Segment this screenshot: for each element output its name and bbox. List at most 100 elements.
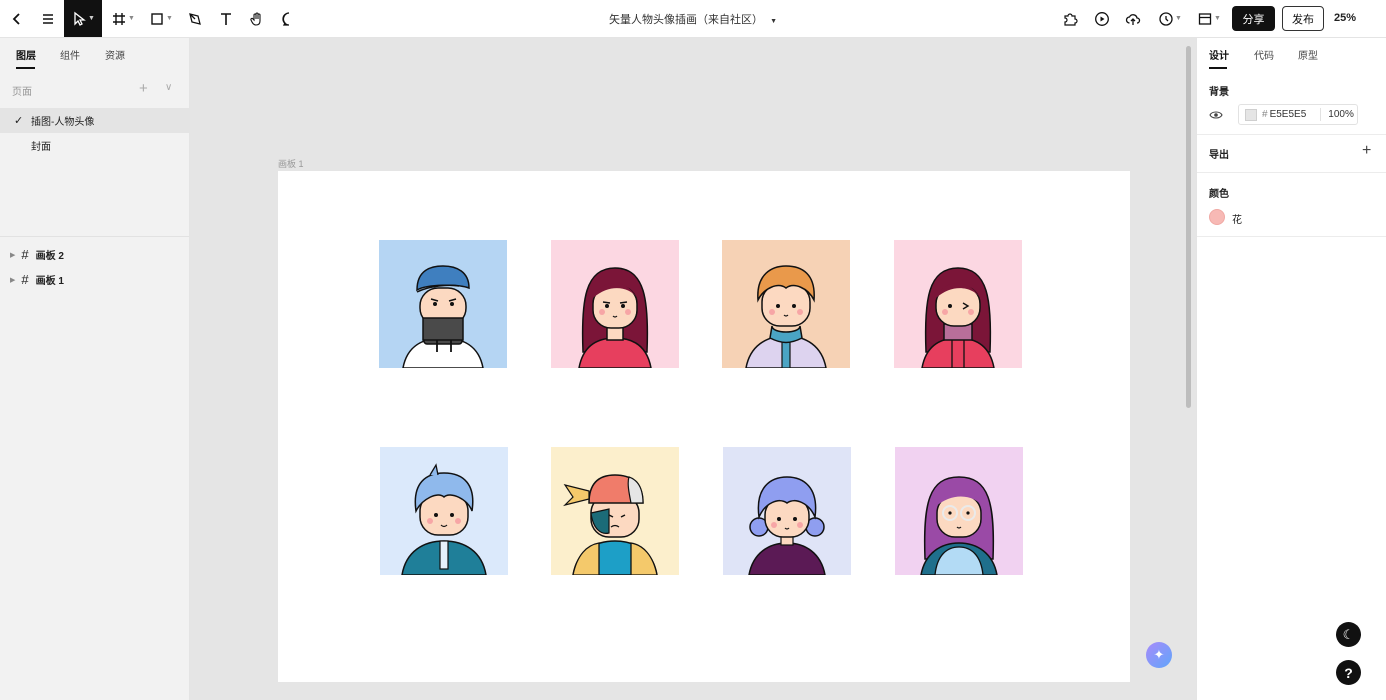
play-icon [1095,11,1109,26]
tab-layers[interactable]: 图层 [16,47,36,62]
menu-button[interactable] [37,0,59,37]
dark-mode-button[interactable]: ☾ [1336,622,1361,647]
avatar-boy-blue-cap[interactable] [379,240,507,368]
layer-artboard-1[interactable]: ▶ # 画板 1 [10,272,64,287]
frame-icon [113,12,126,25]
top-toolbar: ▼ ▼ ▼ 矢量人物头像插画（来自社区） ▼ ▼ ▼ 分享 发布 25% [0,0,1386,38]
color-swatch[interactable] [1245,108,1257,121]
avatar-boy-blue-hair[interactable] [380,447,508,575]
zoom-level[interactable]: 25% [1334,12,1356,24]
hash-symbol: # [1262,109,1268,120]
question-icon: ? [1344,664,1353,681]
caret-icon: ▼ [128,15,135,22]
hand-icon [250,11,261,26]
frame-icon: # [21,247,29,262]
chevron-down-icon[interactable]: ∨ [165,82,172,93]
comment-tool-button[interactable] [279,0,299,37]
artboard[interactable] [278,171,1130,682]
right-panel: 设计 代码 原型 背景 # E5E5E5 100% 导出 + 颜色 花 ☾ ? [1196,38,1386,700]
caret-right-icon[interactable]: ▶ [10,251,15,259]
page-item-illustration[interactable]: ✓ 插图-人物头像 [0,108,189,133]
move-tool-button[interactable]: ▼ [64,0,102,37]
history-button[interactable]: ▼ [1156,0,1184,37]
title-caret-icon[interactable]: ▼ [770,18,777,25]
avatar-boy-bandana[interactable] [551,447,679,575]
canvas[interactable]: 画板 1 ✦ [191,38,1195,700]
avatar-girl-maroon-hair[interactable] [551,240,679,368]
sparkle-icon: ✦ [1153,647,1165,662]
avatar-girl-wink[interactable] [894,240,1022,368]
layer-label: 画板 2 [35,251,64,262]
divider [0,236,189,237]
add-export-icon[interactable]: + [1362,142,1371,160]
chevron-left-icon [12,12,20,25]
frame-icon: # [21,272,29,287]
avatar-girl-glasses[interactable] [895,447,1023,575]
left-tabs: 图层 组件 资源 [0,38,189,70]
caret-right-icon[interactable]: ▶ [10,276,15,284]
check-icon: ✓ [14,115,24,127]
publish-button[interactable]: 发布 [1282,6,1324,31]
comment-icon [282,11,290,26]
shape-tool-button[interactable]: ▼ [147,0,175,37]
color-name[interactable]: 花 [1232,211,1242,226]
cloud-upload-icon [1125,13,1141,25]
page-item-cover[interactable]: 封面 [0,133,189,158]
active-tab-indicator [1209,67,1227,69]
text-icon [221,12,231,25]
divider [1197,236,1386,237]
pages-header: 页面 [12,87,32,98]
background-color-field[interactable]: # E5E5E5 100% [1238,104,1358,125]
pen-icon [189,12,201,25]
tab-components[interactable]: 组件 [60,47,80,62]
active-tab-indicator [16,67,35,69]
upload-button[interactable] [1123,0,1143,37]
divider [1197,172,1386,173]
avatar-boy-orange-hair[interactable] [722,240,850,368]
cursor-icon [74,11,86,26]
caret-icon: ▼ [1214,15,1221,22]
ai-assistant-button[interactable]: ✦ [1146,642,1172,668]
hand-tool-button[interactable] [247,0,267,37]
add-page-icon[interactable]: + [139,80,148,97]
text-tool-button[interactable] [216,0,236,37]
pen-tool-button[interactable] [185,0,205,37]
help-button[interactable]: ? [1336,660,1361,685]
color-swatch[interactable] [1209,209,1225,225]
layer-label: 画板 1 [35,276,64,287]
page-label: 插图-人物头像 [31,117,95,128]
tab-design[interactable]: 设计 [1209,47,1229,62]
rectangle-icon [151,12,163,25]
hamburger-icon [43,13,53,24]
moon-icon: ☾ [1342,626,1355,642]
eye-icon[interactable] [1209,109,1223,121]
vertical-scrollbar[interactable] [1186,46,1191,408]
tab-prototype[interactable]: 原型 [1298,47,1318,62]
page-label: 封面 [31,142,51,153]
divider [1320,108,1322,121]
layout-button[interactable]: ▼ [1195,0,1223,37]
background-hex-input[interactable]: E5E5E5 [1270,109,1307,120]
colors-section-title: 颜色 [1209,189,1229,200]
tab-assets[interactable]: 资源 [105,47,125,62]
document-title[interactable]: 矢量人物头像插画（来自社区） [609,14,763,26]
layout-icon [1198,12,1212,25]
caret-icon: ▼ [1175,15,1182,22]
plugins-button[interactable] [1060,0,1080,37]
left-panel: 图层 组件 资源 页面 + ∨ ✓ 插图-人物头像 封面 ▶ # 画板 2 ▶ … [0,38,190,700]
history-icon [1159,11,1173,26]
share-button[interactable]: 分享 [1232,6,1275,31]
play-button[interactable] [1092,0,1112,37]
background-opacity-input[interactable]: 100% [1328,109,1354,120]
divider [1197,134,1386,135]
puzzle-icon [1064,12,1078,26]
caret-icon: ▼ [88,15,95,22]
layer-artboard-2[interactable]: ▶ # 画板 2 [10,247,64,262]
export-section-title: 导出 [1209,150,1229,161]
back-button[interactable] [6,0,28,37]
tab-code[interactable]: 代码 [1254,47,1274,62]
frame-tool-button[interactable]: ▼ [109,0,137,37]
caret-icon: ▼ [166,15,173,22]
artboard-label[interactable]: 画板 1 [278,157,304,170]
avatar-girl-purple-buns[interactable] [723,447,851,575]
